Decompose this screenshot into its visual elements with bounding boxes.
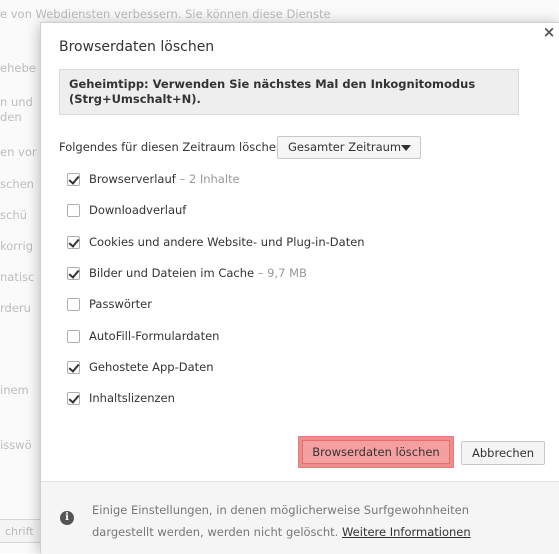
option-label: Passwörter [89, 297, 152, 311]
background-fragment: n und [0, 95, 33, 109]
option-label: AutoFill-Formulardaten [89, 329, 220, 343]
option-browser-history[interactable]: Browserverlauf – 2 Inhalte [67, 171, 527, 189]
time-range-row: Folgendes für diesen Zeitraum löschen: G… [59, 136, 539, 159]
background-fragment: korrig [0, 239, 34, 253]
clear-data-button-label: Browserdaten löschen [302, 440, 450, 464]
cancel-button[interactable]: Abbrechen [461, 441, 545, 465]
checkbox-content-licenses[interactable] [67, 392, 80, 405]
option-label: Cookies und andere Website- und Plug-in-… [89, 235, 365, 249]
dropdown-arrow-icon [401, 145, 411, 151]
checkbox-passwords[interactable] [67, 298, 80, 311]
close-icon[interactable]: × [541, 22, 557, 42]
clear-browsing-data-dialog: × Browserdaten löschen Geheimtipp: Verwe… [40, 22, 559, 554]
background-fragment: en vor [0, 145, 37, 159]
time-range-label: Folgendes für diesen Zeitraum löschen: [59, 140, 288, 154]
option-cookies[interactable]: Cookies und andere Website- und Plug-in-… [67, 234, 527, 252]
option-autofill[interactable]: AutoFill-Formulardaten [67, 328, 527, 346]
checkbox-cache[interactable] [67, 267, 80, 280]
background-input: chrift [0, 519, 42, 543]
option-cache[interactable]: Bilder und Dateien im Cache – 9,7 MB [67, 265, 527, 283]
background-fragment: den [0, 110, 22, 124]
option-detail: – 2 Inhalte [175, 172, 240, 186]
background-text: e von Webdiensten verbessern. Sie können… [0, 7, 331, 21]
time-range-select[interactable]: Gesamter Zeitraum [277, 136, 421, 159]
checkbox-autofill[interactable] [67, 330, 80, 343]
checkbox-browser-history[interactable] [67, 173, 80, 186]
option-label: Bilder und Dateien im Cache [89, 266, 255, 280]
time-range-value: Gesamter Zeitraum [288, 140, 402, 154]
clear-data-button[interactable]: Browserdaten löschen [298, 436, 454, 468]
background-fragment: inem [0, 383, 29, 397]
checkbox-download-history[interactable] [67, 204, 80, 217]
background-fragment: isswö [0, 438, 32, 452]
option-detail: – 9,7 MB [254, 266, 307, 280]
more-info-link[interactable]: Weitere Informationen [342, 525, 471, 539]
option-download-history[interactable]: Downloadverlauf [67, 202, 527, 220]
option-label: Downloadverlauf [89, 203, 187, 217]
option-content-licenses[interactable]: Inhaltslizenzen [67, 390, 527, 408]
option-label: Browserverlauf [89, 172, 176, 186]
background-fragment: ehebe [0, 61, 36, 75]
footer-note: Einige Einstellungen, in denen möglicher… [92, 499, 532, 543]
incognito-tip: Geheimtipp: Verwenden Sie nächstes Mal d… [59, 69, 519, 115]
info-icon: i [60, 511, 74, 525]
background-fragment: rderu [0, 301, 31, 315]
option-label: Inhaltslizenzen [89, 391, 175, 405]
checkbox-hosted-app-data[interactable] [67, 361, 80, 374]
background-fragment: schen [0, 177, 34, 191]
option-label: Gehostete App-Daten [89, 360, 214, 374]
background-fragment: natisc [0, 270, 35, 284]
background-fragment: schü [0, 208, 27, 222]
dialog-footer: i Einige Einstellungen, in denen möglich… [41, 481, 559, 554]
checkbox-cookies[interactable] [67, 236, 80, 249]
dialog-title: Browserdaten löschen [59, 39, 215, 55]
option-hosted-app-data[interactable]: Gehostete App-Daten [67, 359, 527, 377]
option-passwords[interactable]: Passwörter [67, 296, 527, 314]
